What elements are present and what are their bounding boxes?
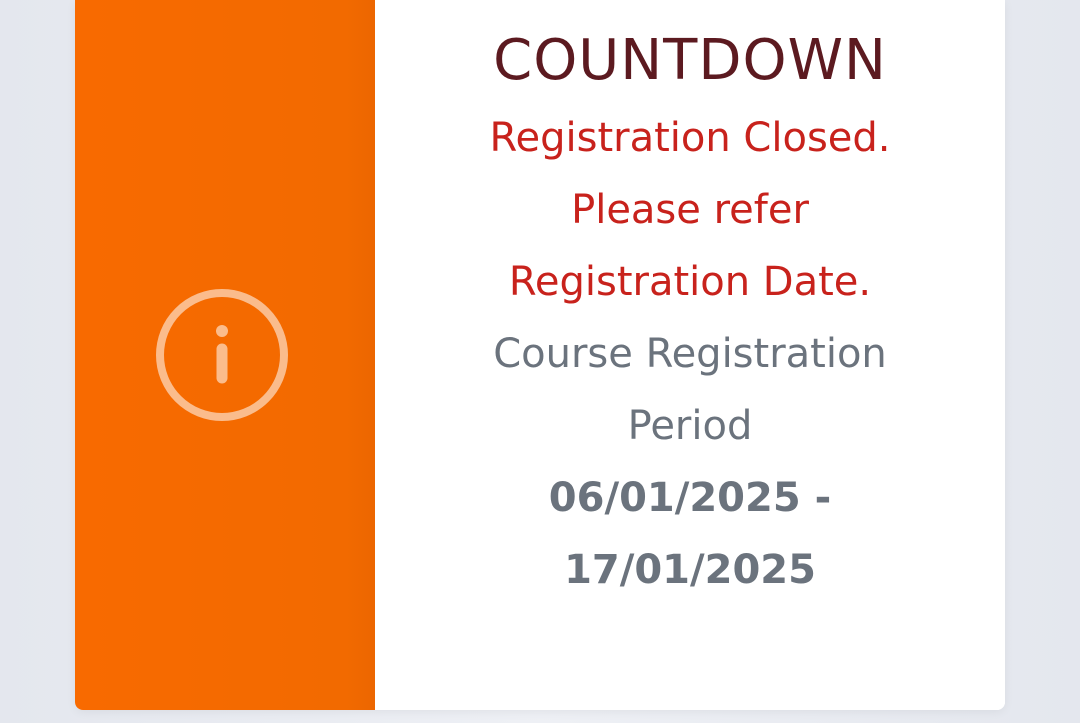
info-circle-icon	[156, 289, 288, 421]
registration-period-label: Course Registration Period	[493, 331, 887, 449]
countdown-title: COUNTDOWN	[493, 28, 887, 93]
registration-period-dates: 06/01/2025 - 17/01/2025	[548, 475, 832, 593]
page: COUNTDOWN Registration Closed. Please re…	[0, 0, 1080, 723]
registration-status-message: Registration Closed. Please refer Regist…	[489, 115, 891, 305]
card-body: COUNTDOWN Registration Closed. Please re…	[375, 0, 1005, 710]
card-icon-panel	[75, 0, 375, 710]
countdown-card: COUNTDOWN Registration Closed. Please re…	[75, 0, 1005, 710]
